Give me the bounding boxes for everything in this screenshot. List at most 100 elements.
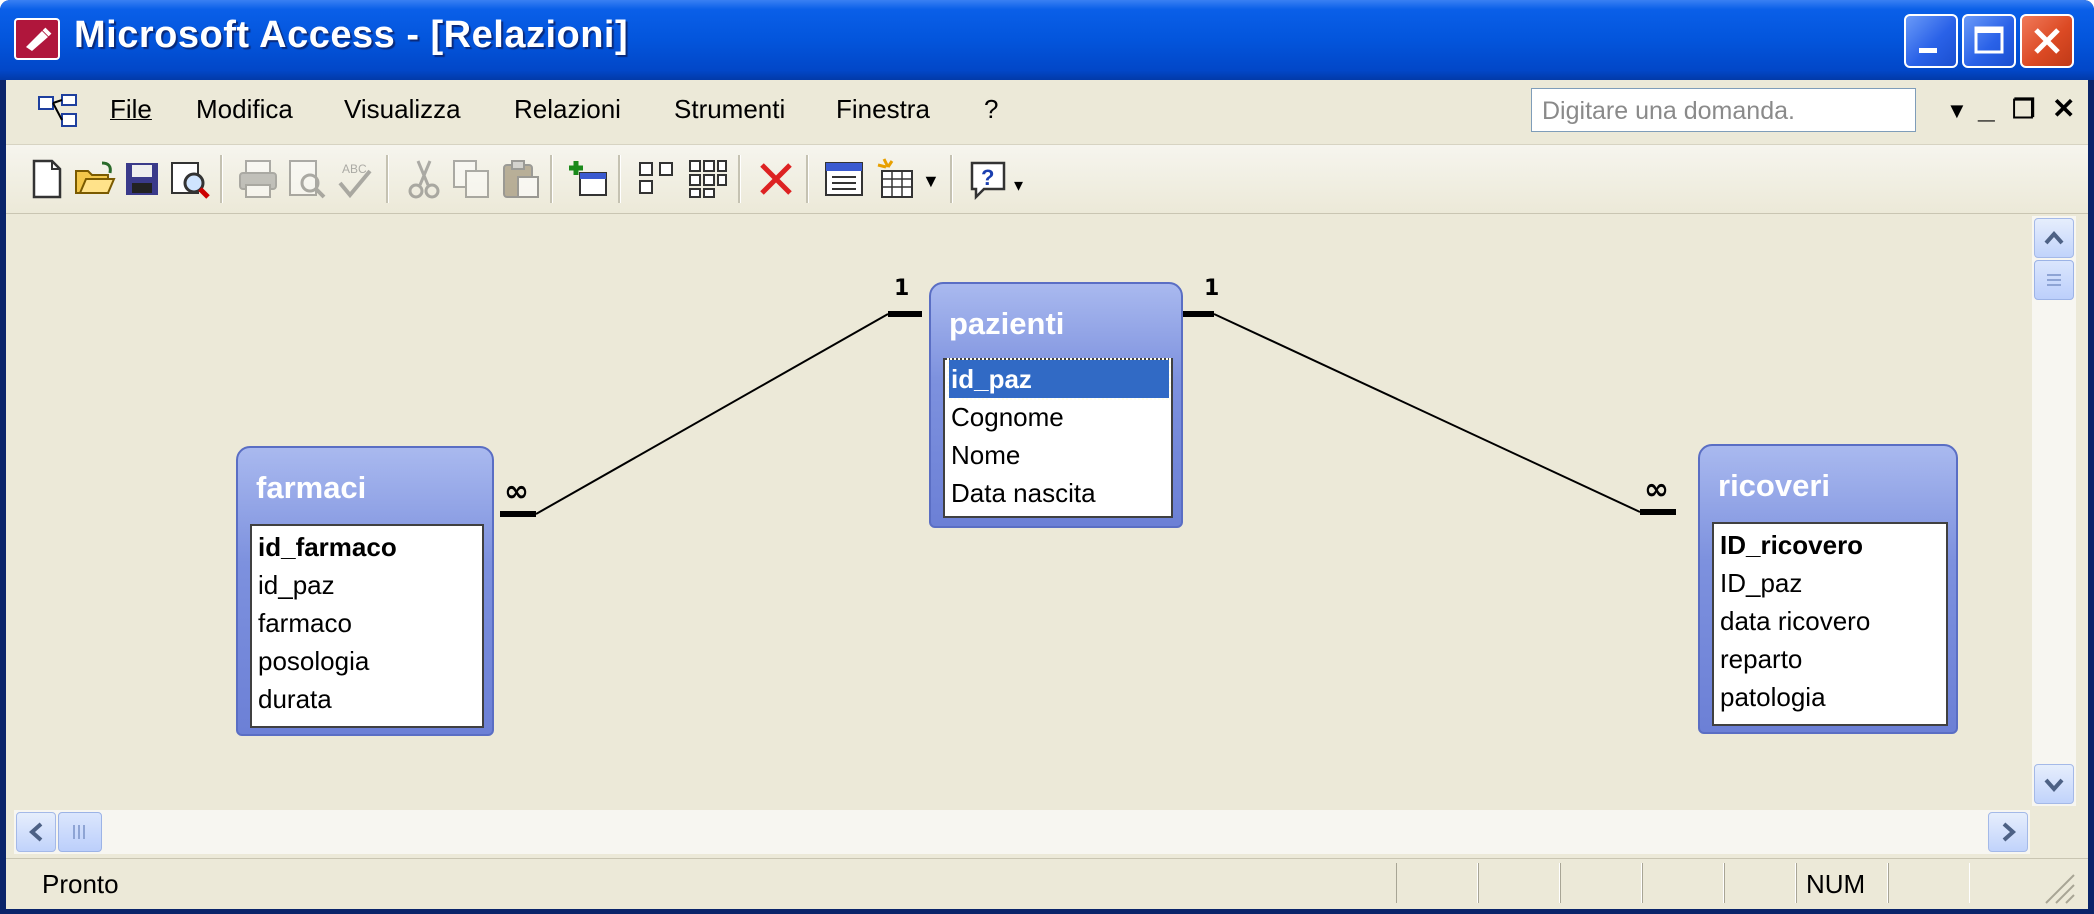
new-icon[interactable] <box>24 157 68 201</box>
svg-text:ABC: ABC <box>342 162 367 176</box>
table-pazienti-title[interactable]: pazienti <box>949 306 1064 342</box>
help-icon[interactable]: ? <box>966 157 1010 201</box>
num-lock-indicator: NUM <box>1806 869 1866 899</box>
title-bar[interactable]: Microsoft Access - [Relazioni] <box>0 0 2094 80</box>
menu-modifica[interactable]: Modifica <box>196 94 293 125</box>
status-text: Pronto <box>42 869 119 899</box>
toolbar-separator <box>386 155 389 203</box>
menu-bar: File Modifica Visualizza Relazioni Strum… <box>6 80 2088 145</box>
resize-grip-icon[interactable] <box>2036 865 2076 905</box>
toolbar-separator <box>806 155 809 203</box>
all-relationships-icon[interactable] <box>686 157 730 201</box>
cardinality-many-farmaci: ∞ <box>504 474 529 509</box>
menu-help[interactable]: ? <box>984 94 998 125</box>
delete-icon[interactable] <box>754 157 798 201</box>
relationships-window-icon[interactable] <box>38 94 78 128</box>
window-title: Microsoft Access - [Relazioni] <box>74 14 629 56</box>
field-farmaci-durata[interactable]: durata <box>256 680 332 718</box>
toolbar-separator <box>618 155 621 203</box>
field-ricoveri-id-paz[interactable]: ID_paz <box>1718 564 1802 602</box>
horizontal-scrollbar[interactable] <box>14 810 2030 854</box>
svg-text:?: ? <box>981 165 994 190</box>
copy-icon[interactable] <box>450 157 494 201</box>
close-button[interactable] <box>2020 14 2074 68</box>
field-ricoveri-patologia[interactable]: patologia <box>1718 678 1826 716</box>
horizontal-scroll-thumb[interactable] <box>58 812 102 852</box>
table-farmaci-field-list[interactable]: id_farmaco id_paz farmaco posologia dura… <box>250 524 484 728</box>
table-ricoveri-title[interactable]: ricoveri <box>1718 468 1830 504</box>
relationship-line-ricoveri[interactable] <box>1180 311 1676 515</box>
field-farmaci-farmaco[interactable]: farmaco <box>256 604 352 642</box>
menu-relazioni[interactable]: Relazioni <box>514 94 621 125</box>
field-ricoveri-data-ricovero[interactable]: data ricovero <box>1718 602 1870 640</box>
field-ricoveri-reparto[interactable]: reparto <box>1718 640 1802 678</box>
table-farmaci[interactable]: farmaci id_farmaco id_paz farmaco posolo… <box>236 446 494 736</box>
paste-icon[interactable] <box>498 157 542 201</box>
scroll-left-button[interactable] <box>16 812 56 852</box>
toolbar-separator <box>550 155 553 203</box>
field-farmaci-posologia[interactable]: posologia <box>256 642 369 680</box>
spelling-icon[interactable]: ABC <box>332 157 376 201</box>
minimize-button[interactable] <box>1904 14 1958 68</box>
scrollbar-corner <box>2032 810 2076 854</box>
menu-strumenti[interactable]: Strumenti <box>674 94 785 125</box>
direct-relationships-icon[interactable] <box>634 157 678 201</box>
menu-visualizza[interactable]: Visualizza <box>344 94 461 125</box>
vertical-scroll-thumb[interactable] <box>2034 260 2074 300</box>
field-farmaci-id-farmaco[interactable]: id_farmaco <box>256 528 397 566</box>
scroll-down-button[interactable] <box>2034 764 2074 804</box>
table-pazienti-field-list[interactable]: id_paz Cognome Nome Data nascita <box>943 358 1173 518</box>
table-pazienti[interactable]: pazienti id_paz Cognome Nome Data nascit… <box>929 282 1183 528</box>
mdi-minimize-button[interactable]: _ <box>1978 92 1995 126</box>
search-icon[interactable] <box>168 157 212 201</box>
cardinality-one-left: 1 <box>894 276 910 301</box>
menu-file[interactable]: File <box>110 94 152 125</box>
status-panel <box>1560 863 1642 903</box>
ask-question-box[interactable]: Digitare una domanda. <box>1531 88 1916 132</box>
status-panel <box>1888 863 1970 903</box>
maximize-button[interactable] <box>1962 14 2016 68</box>
vertical-scrollbar[interactable] <box>2032 216 2076 806</box>
save-icon[interactable] <box>120 157 164 201</box>
toolbar: ABC ▼ ? ▾ <box>6 145 2088 214</box>
status-bar: Pronto NUM <box>6 858 2088 909</box>
scroll-right-button[interactable] <box>1988 812 2028 852</box>
field-pazienti-nome[interactable]: Nome <box>949 436 1020 474</box>
mdi-close-button[interactable]: ✕ <box>2052 92 2075 125</box>
cut-icon[interactable] <box>402 157 446 201</box>
cardinality-many-ricoveri: ∞ <box>1644 472 1669 507</box>
menu-finestra[interactable]: Finestra <box>836 94 930 125</box>
show-table-icon[interactable] <box>566 157 610 201</box>
access-key-icon[interactable] <box>14 18 60 60</box>
print-preview-icon[interactable] <box>284 157 328 201</box>
mdi-restore-button[interactable]: ❐ <box>2012 94 2035 125</box>
toolbar-separator <box>738 155 741 203</box>
table-farmaci-title[interactable]: farmaci <box>256 470 366 506</box>
database-window-icon[interactable] <box>822 157 866 201</box>
field-pazienti-data-nascita[interactable]: Data nascita <box>949 474 1096 512</box>
field-pazienti-id-paz[interactable]: id_paz <box>947 358 1171 400</box>
status-panel <box>1642 863 1724 903</box>
field-ricoveri-id-ricovero[interactable]: ID_ricovero <box>1718 526 1863 564</box>
application-window: Microsoft Access - [Relazioni] File Modi… <box>0 0 2094 914</box>
menu-file-label: File <box>110 94 152 124</box>
relationship-line-farmaci[interactable] <box>500 311 922 517</box>
status-panel <box>1724 863 1796 903</box>
print-icon[interactable] <box>236 157 280 201</box>
status-panel <box>1478 863 1560 903</box>
cardinality-one-right: 1 <box>1204 276 1220 301</box>
field-pazienti-cognome[interactable]: Cognome <box>949 398 1064 436</box>
scroll-up-button[interactable] <box>2034 218 2074 258</box>
toolbar-options-arrow[interactable]: ▾ <box>1014 175 1023 196</box>
ask-dropdown-arrow[interactable]: ▼ <box>1946 98 1968 124</box>
table-ricoveri[interactable]: ricoveri ID_ricovero ID_paz data ricover… <box>1698 444 1958 734</box>
status-panel <box>1396 863 1478 903</box>
relationships-canvas[interactable]: 1 1 ∞ ∞ pazienti id_paz Cognome Nome Dat… <box>14 216 2030 806</box>
new-object-dropdown-arrow[interactable]: ▼ <box>922 171 940 192</box>
toolbar-separator <box>220 155 223 203</box>
table-ricoveri-field-list[interactable]: ID_ricovero ID_paz data ricovero reparto… <box>1712 522 1948 726</box>
client-area: File Modifica Visualizza Relazioni Strum… <box>6 80 2088 909</box>
open-icon[interactable] <box>72 157 116 201</box>
new-object-icon[interactable] <box>874 157 918 201</box>
field-farmaci-id-paz[interactable]: id_paz <box>256 566 335 604</box>
